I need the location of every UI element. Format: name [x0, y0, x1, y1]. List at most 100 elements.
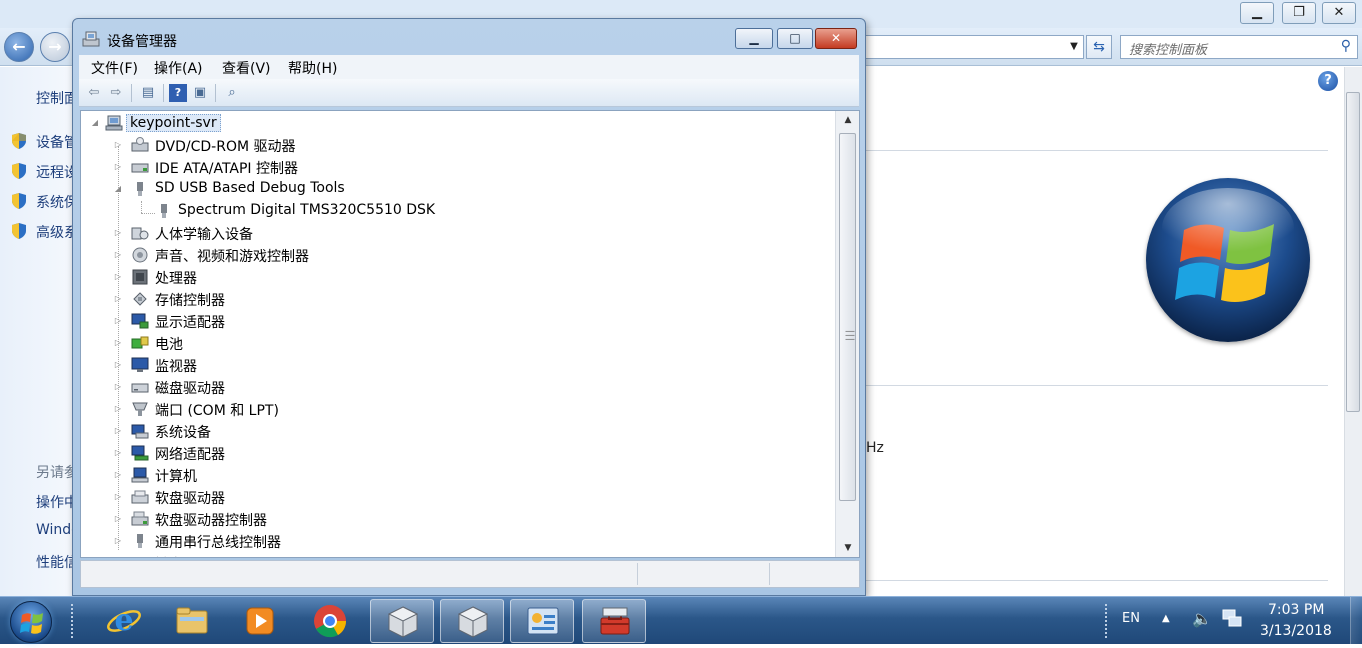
- divider: [866, 580, 1328, 581]
- expand-icon[interactable]: ▷: [114, 514, 122, 524]
- tree-item-sd-usb[interactable]: ◢ SD USB Based Debug Tools: [81, 178, 831, 200]
- tree-item-system[interactable]: ▷ 系统设备: [81, 420, 831, 442]
- network-icon[interactable]: [1222, 609, 1242, 627]
- search-icon: ⚲: [1340, 38, 1351, 54]
- tree-item-usb-controllers[interactable]: ▷ 通用串行总线控制器: [81, 530, 831, 552]
- system-device-icon: [131, 424, 149, 439]
- expand-icon[interactable]: ▷: [114, 382, 122, 392]
- windows-flag-icon: [20, 613, 43, 634]
- refresh-icon: ⇆: [1093, 39, 1105, 55]
- language-indicator[interactable]: EN: [1122, 611, 1140, 626]
- expand-icon[interactable]: ▷: [114, 250, 122, 260]
- menu-view[interactable]: 查看(V): [222, 58, 271, 78]
- expand-icon[interactable]: ▷: [114, 162, 122, 172]
- device-tree[interactable]: ◢ keypoint-svr ▷ DVD/CD-ROM 驱动器 ▷ IDE AT…: [80, 110, 860, 558]
- menu-action[interactable]: 操作(A): [154, 58, 203, 78]
- tree-root[interactable]: ◢ keypoint-svr: [81, 112, 831, 134]
- divider: [866, 385, 1328, 386]
- minimize-button[interactable]: ▁: [735, 28, 773, 49]
- tree-item-hid[interactable]: ▷ 人体学输入设备: [81, 222, 831, 244]
- scroll-down-icon[interactable]: ▼: [836, 539, 859, 557]
- expand-icon[interactable]: ▷: [114, 316, 122, 326]
- taskbar-explorer[interactable]: [160, 599, 224, 643]
- tree-root-label[interactable]: keypoint-svr: [126, 114, 221, 132]
- tree-item-network[interactable]: ▷ 网络适配器: [81, 442, 831, 464]
- tree-item-floppy[interactable]: ▷ 软盘驱动器: [81, 486, 831, 508]
- tree-vertical-scrollbar[interactable]: ▲ — — — ▼: [835, 111, 859, 557]
- address-dropdown-icon[interactable]: ▼: [1064, 36, 1084, 58]
- cp-close-button[interactable]: ✕: [1322, 2, 1356, 24]
- show-desktop-button[interactable]: [1350, 597, 1362, 645]
- properties-icon[interactable]: ▤: [139, 84, 157, 102]
- show-hidden-icons-icon[interactable]: ▲: [1162, 613, 1170, 624]
- tree-item-floppy-controller[interactable]: ▷ 软盘驱动器控制器: [81, 508, 831, 530]
- expand-icon[interactable]: ▷: [114, 404, 122, 414]
- scan-hardware-icon[interactable]: ⌕: [223, 84, 241, 102]
- tree-item-spectrum-digital[interactable]: Spectrum Digital TMS320C5510 DSK: [81, 200, 831, 222]
- address-bar[interactable]: [866, 35, 1084, 59]
- tree-scroll-thumb[interactable]: — — —: [839, 133, 856, 501]
- tree-item-keyboard[interactable]: ▷ 键盘: [81, 552, 831, 557]
- taskbar-control-panel[interactable]: [510, 599, 574, 643]
- taskbar-media-player[interactable]: [228, 599, 292, 643]
- tree-item-disk[interactable]: ▷ 磁盘驱动器: [81, 376, 831, 398]
- cp-scroll-thumb[interactable]: [1346, 92, 1360, 412]
- refresh-button[interactable]: ⇆: [1086, 35, 1112, 59]
- taskbar-grip[interactable]: [70, 603, 74, 639]
- forward-arrow-icon[interactable]: ⇨: [107, 84, 125, 102]
- back-button[interactable]: ←: [4, 32, 34, 62]
- close-button[interactable]: ✕: [815, 28, 857, 49]
- clock-date[interactable]: 3/13/2018: [1260, 623, 1332, 639]
- volume-icon[interactable]: 🔈: [1192, 609, 1212, 628]
- clock-time[interactable]: 7:03 PM: [1268, 602, 1324, 618]
- tree-item-ports[interactable]: ▷ 端口 (COM 和 LPT): [81, 398, 831, 420]
- expand-icon[interactable]: ▷: [114, 338, 122, 348]
- cp-minimize-button[interactable]: ▁: [1240, 2, 1274, 24]
- taskbar-ie[interactable]: e: [92, 599, 156, 643]
- expand-icon[interactable]: ▷: [114, 492, 122, 502]
- forward-button[interactable]: →: [40, 32, 70, 62]
- expand-icon[interactable]: ▷: [114, 470, 122, 480]
- expand-icon[interactable]: ▷: [114, 426, 122, 436]
- help-icon[interactable]: ?: [169, 84, 187, 102]
- cube-app-icon: [387, 606, 419, 638]
- tree-item-label: 软盘驱动器: [155, 491, 225, 507]
- taskbar-chrome[interactable]: [298, 599, 362, 643]
- tree-item-ide[interactable]: ▷ IDE ATA/ATAPI 控制器: [81, 156, 831, 178]
- expand-icon[interactable]: ▷: [114, 294, 122, 304]
- hid-icon: [131, 227, 149, 240]
- expand-icon[interactable]: ▷: [114, 448, 122, 458]
- expand-icon[interactable]: ▷: [114, 360, 122, 370]
- menu-file[interactable]: 文件(F): [91, 58, 138, 78]
- taskbar-device-manager[interactable]: [582, 599, 646, 643]
- expand-icon[interactable]: ▷: [114, 140, 122, 150]
- tree-item-battery[interactable]: ▷ 电池: [81, 332, 831, 354]
- tree-item-computer[interactable]: ▷ 计算机: [81, 464, 831, 486]
- start-button[interactable]: [10, 601, 52, 643]
- tree-item-processor[interactable]: ▷ 处理器: [81, 266, 831, 288]
- maximize-button[interactable]: □: [777, 28, 813, 49]
- tree-item-display[interactable]: ▷ 显示适配器: [81, 310, 831, 332]
- tree-item-label: 监视器: [155, 359, 197, 375]
- scroll-up-icon[interactable]: ▲: [836, 111, 859, 129]
- back-arrow-icon[interactable]: ⇦: [85, 84, 103, 102]
- expand-icon[interactable]: ▷: [114, 228, 122, 238]
- tray-grip[interactable]: [1104, 603, 1108, 639]
- taskbar-app-cube-2[interactable]: [440, 599, 504, 643]
- expand-icon[interactable]: ▷: [114, 272, 122, 282]
- collapse-icon[interactable]: ◢: [114, 184, 122, 194]
- expand-icon[interactable]: ▷: [114, 536, 122, 546]
- tree-item-dvd[interactable]: ▷ DVD/CD-ROM 驱动器: [81, 134, 831, 156]
- tree-item-label: 显示适配器: [155, 315, 225, 331]
- taskbar-app-cube-1[interactable]: [370, 599, 434, 643]
- collapse-icon[interactable]: ◢: [91, 118, 99, 128]
- menu-help[interactable]: 帮助(H): [288, 58, 337, 78]
- svg-text:e: e: [114, 603, 133, 638]
- tree-item-storage[interactable]: ▷ 存储控制器: [81, 288, 831, 310]
- help-icon[interactable]: ?: [1318, 71, 1338, 91]
- tree-item-sound[interactable]: ▷ 声音、视频和游戏控制器: [81, 244, 831, 266]
- search-input[interactable]: 搜索控制面板 ⚲: [1120, 35, 1358, 59]
- update-driver-icon[interactable]: ▣: [191, 84, 209, 102]
- tree-item-monitor[interactable]: ▷ 监视器: [81, 354, 831, 376]
- cp-restore-button[interactable]: ❐: [1282, 2, 1316, 24]
